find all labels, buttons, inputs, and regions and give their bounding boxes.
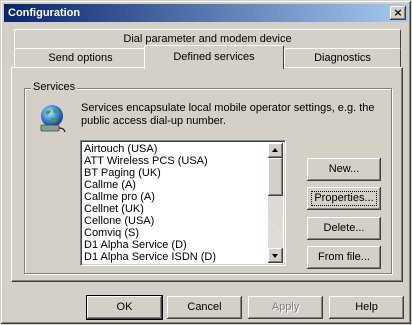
scroll-thumb[interactable] <box>268 158 283 196</box>
list-item[interactable]: Comviq (S) <box>84 227 270 239</box>
window-title: Configuration <box>8 7 81 19</box>
tab-diagnostics[interactable]: Diagnostics <box>284 48 401 68</box>
help-button[interactable]: Help <box>329 296 404 319</box>
tab-defined-services[interactable]: Defined services <box>144 45 284 69</box>
scroll-up-button[interactable] <box>268 143 283 158</box>
services-listbox[interactable]: Airtouch (USA) ATT Wireless PCS (USA) BT… <box>80 140 286 266</box>
list-item[interactable]: Callme (A) <box>84 179 270 191</box>
arrow-up-icon <box>272 148 278 152</box>
configuration-dialog: Configuration × Dial parameter and modem… <box>0 0 412 325</box>
scroll-down-button[interactable] <box>268 248 283 263</box>
services-group-label: Services <box>31 81 78 93</box>
services-scrollbar[interactable] <box>268 143 283 263</box>
list-item[interactable]: BT Paging (UK) <box>84 167 270 179</box>
list-item[interactable]: D1 Alpha Service ISDN (D) <box>84 251 270 263</box>
list-item[interactable]: D1 Alpha Service (D) <box>84 239 270 251</box>
ok-button[interactable]: OK <box>87 296 162 319</box>
apply-button[interactable]: Apply <box>248 296 323 319</box>
close-icon: × <box>393 6 403 19</box>
arrow-down-icon <box>272 254 278 258</box>
from-file-button[interactable]: From file... <box>307 246 381 269</box>
services-groupbox: Services Services encapsulate local mobi… <box>24 81 392 274</box>
list-item[interactable]: ATT Wireless PCS (USA) <box>84 155 270 167</box>
list-item[interactable]: Cellone (USA) <box>84 215 270 227</box>
list-item[interactable]: Airtouch (USA) <box>84 143 270 155</box>
close-button[interactable]: × <box>390 6 406 20</box>
properties-button[interactable]: Properties... <box>307 187 381 210</box>
globe-network-icon <box>40 105 66 133</box>
tab-send-options[interactable]: Send options <box>14 48 147 68</box>
new-button[interactable]: New... <box>307 158 381 181</box>
list-item[interactable]: Callme pro (A) <box>84 191 270 203</box>
cancel-button[interactable]: Cancel <box>167 296 242 319</box>
delete-button[interactable]: Delete... <box>307 217 381 240</box>
list-item[interactable]: Cellnet (UK) <box>84 203 270 215</box>
title-bar[interactable]: Configuration × <box>4 4 408 22</box>
services-description: Services encapsulate local mobile operat… <box>81 102 375 127</box>
defined-services-panel: Services Services encapsulate local mobi… <box>11 67 403 282</box>
